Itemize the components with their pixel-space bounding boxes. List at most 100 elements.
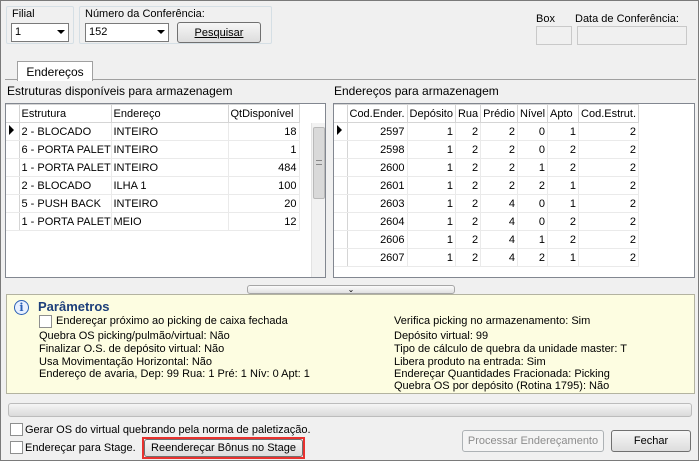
table-cell[interactable]: 2 (578, 122, 640, 141)
table-cell[interactable]: 2604 (347, 212, 408, 231)
table-cell[interactable]: 2 - BLOCADO (19, 122, 112, 141)
table-cell[interactable]: 1 (547, 176, 580, 195)
table-cell[interactable]: 2 (578, 248, 640, 267)
enderecar-proximo-checkbox[interactable] (39, 315, 52, 328)
table-cell[interactable]: 1 (547, 248, 580, 267)
table-cell[interactable]: 2 (517, 248, 549, 267)
table-row[interactable]: 2597 1 2 2 0 1 2 (334, 122, 640, 141)
table-cell[interactable]: 0 (517, 212, 549, 231)
table-row[interactable]: 6 - PORTA PALETE INTEIRO 1 (6, 140, 300, 159)
table-row[interactable]: 2604 1 2 4 0 2 2 (334, 212, 640, 231)
table-cell[interactable]: 2 (547, 158, 580, 177)
table-cell[interactable]: 1 - PORTA PALETE (19, 212, 112, 231)
table-cell[interactable]: 1 - PORTA PALETE (19, 158, 112, 177)
table-cell[interactable]: 4 (480, 248, 518, 267)
pesquisar-button[interactable]: Pesquisar (177, 22, 261, 43)
enderecar-stage-label[interactable]: Endereçar para Stage. (25, 442, 136, 454)
table-cell[interactable]: INTEIRO (111, 140, 229, 159)
table-cell[interactable]: 2 (547, 230, 580, 249)
table-cell[interactable]: 4 (480, 212, 518, 231)
table-cell[interactable]: 1 (407, 140, 456, 159)
table-cell[interactable]: 2 (547, 140, 580, 159)
table-cell[interactable]: 2598 (347, 140, 408, 159)
table-cell[interactable]: 2 (455, 230, 482, 249)
table-cell[interactable]: 1 (517, 230, 549, 249)
table-row[interactable]: 2 - BLOCADO ILHA 1 100 (6, 176, 300, 195)
table-row[interactable]: 2601 1 2 2 2 1 2 (334, 176, 640, 195)
table-cell[interactable]: 12 (228, 212, 300, 231)
table-cell[interactable]: 2600 (347, 158, 408, 177)
column-header[interactable]: Rua (454, 104, 482, 123)
table-cell[interactable]: 484 (228, 158, 300, 177)
table-cell[interactable]: 2 (455, 248, 482, 267)
column-header[interactable]: Estrutura (18, 104, 112, 123)
table-cell[interactable]: ILHA 1 (111, 176, 229, 195)
table-cell[interactable]: 2 - BLOCADO (19, 176, 112, 195)
column-header[interactable]: Cod.Estrut. (578, 104, 640, 123)
table-cell[interactable]: 2 (578, 230, 640, 249)
table-cell[interactable]: 4 (480, 194, 518, 213)
table-row[interactable]: 2 - BLOCADO INTEIRO 18 (6, 122, 300, 141)
table-cell[interactable]: 1 (517, 158, 549, 177)
table-cell[interactable]: 2 (455, 158, 482, 177)
table-cell[interactable]: 5 - PUSH BACK (19, 194, 112, 213)
table-cell[interactable]: 6 - PORTA PALETE (19, 140, 112, 159)
table-cell[interactable]: 2 (578, 176, 640, 195)
table-cell[interactable]: 1 (407, 212, 456, 231)
table-cell[interactable]: 2 (480, 176, 518, 195)
column-header[interactable]: QtDisponível (227, 104, 300, 123)
data-conferencia-field[interactable] (577, 26, 687, 45)
table-cell[interactable]: 2 (455, 176, 482, 195)
table-cell[interactable]: 1 (407, 248, 456, 267)
table-cell[interactable]: 1 (547, 194, 580, 213)
column-header[interactable]: Nível (516, 104, 549, 123)
table-cell[interactable]: 0 (517, 140, 549, 159)
table-cell[interactable]: 2 (480, 122, 518, 141)
filial-select[interactable]: 1 (11, 23, 69, 42)
table-cell[interactable]: 1 (407, 158, 456, 177)
table-cell[interactable]: 2 (480, 158, 518, 177)
table-cell[interactable]: 2 (578, 140, 640, 159)
table-cell[interactable]: INTEIRO (111, 122, 229, 141)
table-row[interactable]: 2600 1 2 2 1 2 2 (334, 158, 640, 177)
table-cell[interactable]: 18 (228, 122, 300, 141)
table-cell[interactable]: 2 (455, 140, 482, 159)
table-cell[interactable]: 20 (228, 194, 300, 213)
table-cell[interactable]: 4 (480, 230, 518, 249)
table-row[interactable]: 2607 1 2 4 2 1 2 (334, 248, 640, 267)
column-header[interactable]: Endereço (110, 104, 229, 123)
table-cell[interactable]: 2607 (347, 248, 408, 267)
processar-enderecamento-button[interactable]: Processar Endereçamento (462, 430, 604, 452)
table-cell[interactable]: 1 (228, 140, 300, 159)
table-cell[interactable]: 2 (578, 158, 640, 177)
panel-splitter[interactable]: ⌄ (247, 285, 455, 294)
table-row[interactable]: 5 - PUSH BACK INTEIRO 20 (6, 194, 300, 213)
gerar-os-label[interactable]: Gerar OS do virtual quebrando pela norma… (25, 424, 311, 436)
table-cell[interactable]: 1 (407, 230, 456, 249)
fechar-button[interactable]: Fechar (611, 430, 691, 452)
table-row[interactable]: 2606 1 2 4 1 2 2 (334, 230, 640, 249)
enderecar-stage-checkbox[interactable] (10, 441, 23, 454)
table-cell[interactable]: 2 (578, 194, 640, 213)
table-cell[interactable]: 1 (407, 194, 456, 213)
table-cell[interactable]: 1 (547, 122, 580, 141)
table-row[interactable]: 1 - PORTA PALETE INTEIRO 484 (6, 158, 300, 177)
table-cell[interactable]: MEIO (111, 212, 229, 231)
column-header[interactable]: Cod.Ender. (346, 104, 408, 123)
estruturas-grid[interactable]: Estrutura Endereço QtDisponível 2 - BLOC… (5, 103, 326, 278)
table-cell[interactable]: 1 (407, 122, 456, 141)
table-cell[interactable]: INTEIRO (111, 158, 229, 177)
reenderecar-bonus-button[interactable]: Reendereçar Bônus no Stage (144, 439, 303, 457)
table-row[interactable]: 1 - PORTA PALETE MEIO 12 (6, 212, 300, 231)
table-cell[interactable]: 2 (480, 140, 518, 159)
table-cell[interactable]: 1 (407, 176, 456, 195)
table-cell[interactable]: INTEIRO (111, 194, 229, 213)
table-cell[interactable]: 2 (517, 176, 549, 195)
table-cell[interactable]: 2603 (347, 194, 408, 213)
table-cell[interactable]: 2597 (347, 122, 408, 141)
box-field[interactable] (536, 26, 572, 45)
column-header[interactable]: Prédio (480, 104, 518, 123)
column-header[interactable]: Apto (547, 104, 580, 123)
table-cell[interactable]: 2 (547, 212, 580, 231)
table-cell[interactable]: 0 (517, 122, 549, 141)
